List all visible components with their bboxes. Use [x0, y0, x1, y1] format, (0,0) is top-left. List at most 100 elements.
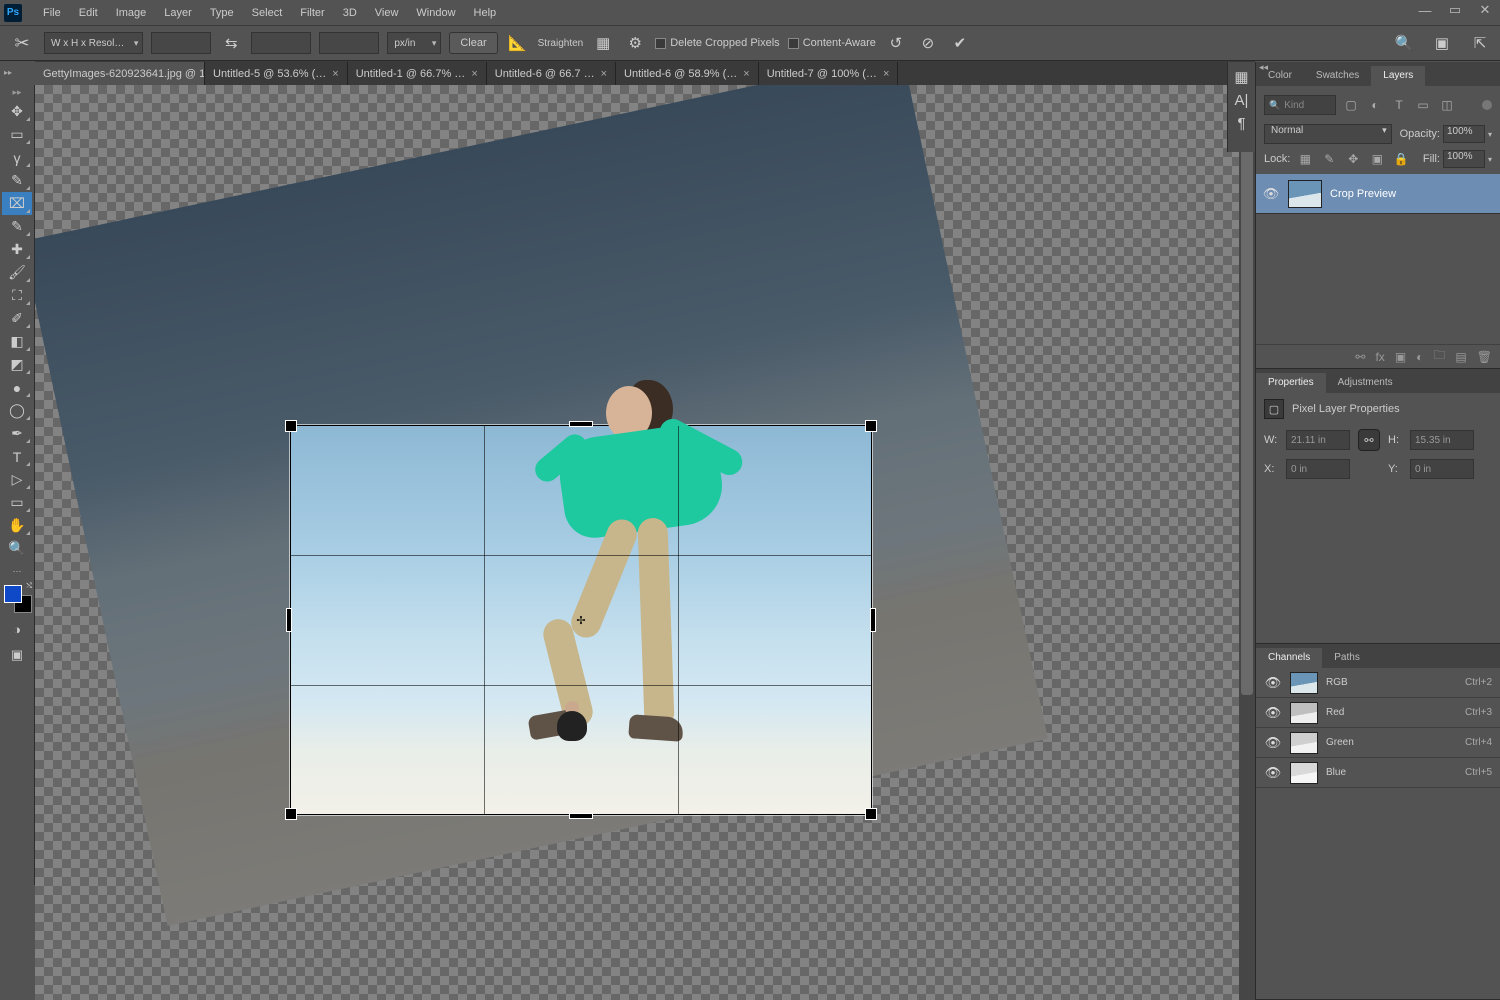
channel-row[interactable]: 👁RedCtrl+3: [1256, 698, 1500, 728]
move-tool[interactable]: ✥: [2, 100, 32, 123]
lock-transparency-icon[interactable]: ▦: [1296, 150, 1314, 168]
lock-position-icon[interactable]: ✥: [1344, 150, 1362, 168]
crop-preset-select[interactable]: W x H x Resol…: [44, 32, 143, 54]
channel-row[interactable]: 👁GreenCtrl+4: [1256, 728, 1500, 758]
menu-select[interactable]: Select: [243, 3, 292, 23]
clear-button[interactable]: Clear: [449, 32, 497, 54]
share-icon[interactable]: ⇱: [1468, 31, 1492, 55]
tab-channels[interactable]: Channels: [1256, 648, 1322, 668]
straighten-label[interactable]: Straighten: [538, 38, 584, 49]
lasso-tool[interactable]: γ: [2, 146, 32, 169]
crop-height-input[interactable]: [251, 32, 311, 54]
healing-tool[interactable]: ✚: [2, 238, 32, 261]
menu-image[interactable]: Image: [107, 3, 156, 23]
tab-layers[interactable]: Layers: [1371, 66, 1425, 86]
crop-handle-b[interactable]: [569, 813, 593, 819]
history-brush-tool[interactable]: ✐: [2, 307, 32, 330]
crop-handle-br[interactable]: [865, 808, 877, 820]
filter-adjust-icon[interactable]: ◐: [1366, 96, 1384, 114]
color-swatches[interactable]: ⤭: [2, 583, 32, 613]
vertical-scrollbar[interactable]: [1239, 85, 1255, 1000]
crop-tool[interactable]: ⌧: [2, 192, 32, 215]
zoom-tool[interactable]: 🔍: [2, 537, 32, 560]
crop-resolution-input[interactable]: [319, 32, 379, 54]
tab-adjustments[interactable]: Adjustments: [1326, 373, 1405, 393]
crop-rectangle[interactable]: ✢: [290, 425, 872, 815]
overlay-options-icon[interactable]: ▦: [591, 31, 615, 55]
document-tab[interactable]: GettyImages-620923641.jpg @ 16.7% (Crop …: [35, 62, 205, 86]
prop-height-input[interactable]: [1410, 430, 1474, 450]
marquee-tool[interactable]: ▭: [2, 123, 32, 146]
prop-width-input[interactable]: [1286, 430, 1350, 450]
crop-handle-bl[interactable]: [285, 808, 297, 820]
cancel-crop-icon[interactable]: ⊘: [916, 31, 940, 55]
history-panel-icon[interactable]: ▦: [1234, 68, 1248, 86]
crop-handle-r[interactable]: [870, 608, 876, 632]
close-tab-icon[interactable]: ×: [332, 68, 338, 80]
adjustment-layer-icon[interactable]: ◐: [1416, 350, 1423, 364]
layer-thumbnail[interactable]: [1288, 180, 1322, 208]
arrange-documents-icon[interactable]: ▣: [1430, 31, 1454, 55]
link-layers-icon[interactable]: ⚯: [1355, 350, 1365, 364]
character-panel-icon[interactable]: A|: [1235, 92, 1249, 109]
document-tab[interactable]: Untitled-1 @ 66.7% …×: [348, 62, 487, 86]
close-tab-icon[interactable]: ×: [471, 68, 477, 80]
layer-mask-icon[interactable]: ▣: [1395, 350, 1406, 364]
path-select-tool[interactable]: ▷: [2, 468, 32, 491]
fill-input[interactable]: 100%: [1443, 150, 1485, 168]
lock-nested-icon[interactable]: ▣: [1368, 150, 1386, 168]
blur-tool[interactable]: ●: [2, 376, 32, 399]
new-layer-icon[interactable]: ▤: [1455, 350, 1466, 364]
delete-cropped-checkbox[interactable]: Delete Cropped Pixels: [655, 37, 779, 49]
channel-row[interactable]: 👁RGBCtrl+2: [1256, 668, 1500, 698]
channel-visibility-icon[interactable]: 👁: [1264, 675, 1282, 691]
menu-edit[interactable]: Edit: [70, 3, 107, 23]
minimize-button[interactable]: —: [1410, 0, 1440, 20]
brush-tool[interactable]: 🖌: [2, 261, 32, 284]
channel-visibility-icon[interactable]: 👁: [1264, 705, 1282, 721]
menu-3d[interactable]: 3D: [334, 3, 366, 23]
crop-options-icon[interactable]: ⚙: [623, 31, 647, 55]
straighten-icon[interactable]: 📐: [506, 31, 530, 55]
filter-pixel-icon[interactable]: ▢: [1342, 96, 1360, 114]
close-tab-icon[interactable]: ×: [883, 68, 889, 80]
document-tab[interactable]: Untitled-5 @ 53.6% (…×: [205, 62, 348, 86]
link-dimensions-icon[interactable]: ⚯: [1358, 429, 1380, 451]
tab-properties[interactable]: Properties: [1256, 373, 1326, 393]
quick-select-tool[interactable]: ✎: [2, 169, 32, 192]
shape-tool[interactable]: ▭: [2, 491, 32, 514]
channel-visibility-icon[interactable]: 👁: [1264, 735, 1282, 751]
crop-handle-tr[interactable]: [865, 420, 877, 432]
menu-view[interactable]: View: [366, 3, 408, 23]
hand-tool[interactable]: ✋: [2, 514, 32, 537]
pen-tool[interactable]: ✒: [2, 422, 32, 445]
foreground-color[interactable]: [4, 585, 22, 603]
tab-paths[interactable]: Paths: [1322, 648, 1372, 668]
screen-mode-icon[interactable]: ▣: [5, 645, 29, 665]
document-tab[interactable]: Untitled-7 @ 100% (…×: [759, 62, 899, 86]
tab-swatches[interactable]: Swatches: [1304, 66, 1371, 86]
crop-handle-tl[interactable]: [285, 420, 297, 432]
layer-style-icon[interactable]: fx: [1375, 350, 1384, 364]
layer-filter-input[interactable]: Kind: [1264, 95, 1336, 115]
layer-name[interactable]: Crop Preview: [1330, 188, 1396, 200]
swap-colors-icon[interactable]: ⤭: [26, 583, 32, 591]
resolution-unit-select[interactable]: px/in: [387, 32, 441, 54]
layer-visibility-icon[interactable]: 👁: [1262, 186, 1280, 202]
crop-handle-l[interactable]: [286, 608, 292, 632]
filter-shape-icon[interactable]: ▭: [1414, 96, 1432, 114]
delete-layer-icon[interactable]: 🗑: [1477, 350, 1492, 364]
prop-x-input[interactable]: [1286, 459, 1350, 479]
lock-image-icon[interactable]: ✎: [1320, 150, 1338, 168]
maximize-button[interactable]: ▭: [1440, 0, 1470, 20]
prop-y-input[interactable]: [1410, 459, 1474, 479]
crop-width-input[interactable]: [151, 32, 211, 54]
content-aware-checkbox[interactable]: Content-Aware: [788, 37, 876, 49]
menu-help[interactable]: Help: [465, 3, 506, 23]
menu-window[interactable]: Window: [407, 3, 464, 23]
filter-type-icon[interactable]: T: [1390, 96, 1408, 114]
opacity-input[interactable]: 100%: [1443, 125, 1485, 143]
crop-handle-t[interactable]: [569, 421, 593, 427]
blend-mode-select[interactable]: Normal: [1264, 124, 1392, 144]
commit-crop-icon[interactable]: ✔: [948, 31, 972, 55]
